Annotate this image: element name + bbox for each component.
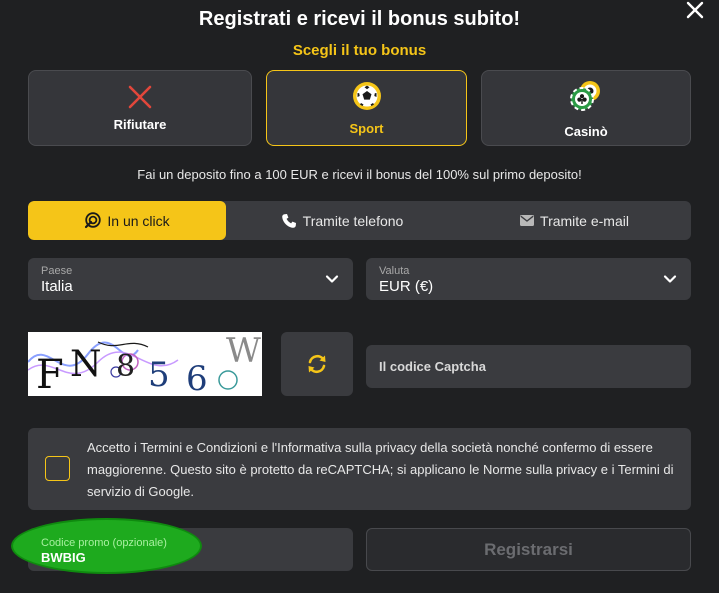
tab-email[interactable]: Tramite e-mail (458, 201, 691, 240)
currency-select-label: Valuta (379, 265, 410, 277)
captcha-graphic: F N 8 5 6 W (28, 332, 261, 396)
terms-text: Accetto i Termini e Condizioni e l'Infor… (87, 440, 674, 499)
tab-label: Tramite e-mail (540, 212, 629, 229)
captcha-refresh-button[interactable] (281, 332, 353, 396)
promo-code-content[interactable]: Codice promo (opzionale) BWBIG (28, 528, 353, 571)
currency-select-value: EUR (€) (379, 278, 434, 295)
captcha-image: F N 8 5 6 W (28, 332, 262, 396)
svg-text:8: 8 (116, 349, 135, 384)
registration-method-tabs: In un click Tramite telefono Tramite e-m… (28, 201, 691, 240)
casino-chips-icon (570, 81, 600, 111)
tab-phone[interactable]: Tramite telefono (226, 201, 458, 240)
close-icon[interactable] (684, 0, 706, 22)
tab-label: In un click (107, 212, 170, 229)
promo-code-value: BWBIG (41, 550, 86, 565)
country-select[interactable]: Paese Italia (28, 258, 353, 300)
promo-code-label: Codice promo (opzionale) (41, 537, 167, 549)
currency-select[interactable]: Valuta EUR (€) (366, 258, 691, 300)
svg-text:W: W (226, 332, 261, 371)
bonus-subtitle: Scegli il tuo bonus (292, 42, 427, 59)
deposit-info-text: Fai un deposito fino a 100 EUR e ricevi … (137, 167, 582, 182)
terms-box: Accetto i Termini e Condizioni e l'Infor… (28, 428, 691, 510)
svg-text:5: 5 (148, 355, 170, 395)
modal-title: Registrati e ricevi il bonus subito! (198, 8, 521, 30)
chevron-down-icon (663, 275, 677, 283)
close-button[interactable] (684, 0, 706, 22)
svg-text:6: 6 (186, 359, 208, 396)
bonus-option-label: Casinò (564, 124, 608, 139)
bonus-option-sport[interactable]: Sport (266, 70, 467, 146)
terms-checkbox[interactable] (45, 456, 70, 481)
captcha-input[interactable] (366, 345, 691, 388)
bonus-option-casino[interactable]: Casinò (481, 70, 691, 146)
tab-label: Tramite telefono (302, 212, 404, 229)
refresh-icon (308, 354, 326, 374)
chevron-down-icon (325, 275, 339, 283)
x-icon (128, 85, 152, 109)
country-select-value: Italia (41, 278, 73, 295)
bonus-option-rifiutare[interactable]: Rifiutare (28, 70, 252, 146)
soccer-ball-icon (352, 82, 381, 110)
svg-text:F: F (36, 352, 64, 396)
one-click-icon (85, 212, 102, 229)
bonus-option-label: Sport (349, 121, 384, 136)
country-select-label: Paese (41, 265, 73, 277)
envelope-icon (520, 215, 535, 226)
svg-text:N: N (70, 344, 102, 385)
register-button[interactable]: Registrarsi (366, 528, 691, 571)
bonus-option-label: Rifiutare (113, 117, 167, 132)
tab-one-click[interactable]: In un click (28, 201, 226, 240)
phone-icon (281, 213, 296, 228)
